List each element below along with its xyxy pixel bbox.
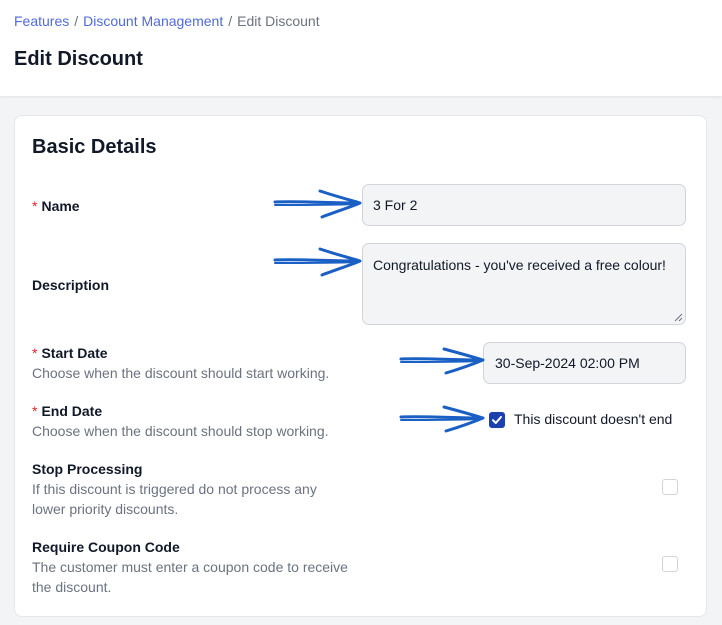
breadcrumb-separator: / <box>74 13 79 29</box>
page-header: Features / Discount Management / Edit Discou… <box>0 0 722 96</box>
require-coupon-label: Require Coupon Code <box>32 539 180 555</box>
hand-drawn-arrow-icon <box>399 347 485 375</box>
description-label: Description <box>32 277 110 293</box>
section-title: Basic Details <box>32 136 157 158</box>
breadcrumb: Features / Discount Management / Edit Discou… <box>14 13 320 29</box>
hand-drawn-arrow-icon <box>273 247 362 277</box>
start-date-label-text: Start Date <box>41 345 108 361</box>
resize-grip-icon[interactable] <box>674 313 683 322</box>
name-input[interactable]: 3 For 2 <box>362 184 686 226</box>
end-date-label-text: End Date <box>41 403 103 419</box>
required-marker: * <box>32 345 38 361</box>
stop-processing-label: Stop Processing <box>32 461 143 477</box>
require-coupon-checkbox[interactable] <box>662 556 678 572</box>
start-date-label: * Start Date <box>32 345 108 361</box>
stop-processing-checkbox[interactable] <box>662 479 678 495</box>
end-date-label: * End Date <box>32 403 102 419</box>
require-coupon-help: The customer must enter a coupon code to… <box>32 559 348 595</box>
no-end-date-checkbox-label[interactable]: This discount doesn't end <box>514 411 672 427</box>
breadcrumb-link-features[interactable]: Features <box>14 13 69 29</box>
stop-processing-help: If this discount is triggered do not pro… <box>32 481 317 517</box>
hand-drawn-arrow-icon <box>399 405 485 433</box>
description-text: Congratulations - you've received a free… <box>373 257 666 273</box>
name-label: * Name <box>32 198 80 214</box>
breadcrumb-current: Edit Discount <box>237 13 320 29</box>
breadcrumb-link-discount-management[interactable]: Discount Management <box>83 13 223 29</box>
hand-drawn-arrow-icon <box>273 189 362 219</box>
end-date-help: Choose when the discount should stop wor… <box>32 423 329 439</box>
required-marker: * <box>32 403 38 419</box>
start-date-input[interactable]: 30-Sep-2024 02:00 PM <box>483 342 686 384</box>
description-textarea[interactable]: Congratulations - you've received a free… <box>362 243 686 325</box>
checkmark-icon <box>492 416 502 424</box>
name-label-text: Name <box>41 198 80 214</box>
no-end-date-checkbox[interactable] <box>489 412 505 428</box>
required-marker: * <box>32 198 38 214</box>
page-title: Edit Discount <box>14 48 143 70</box>
start-date-help: Choose when the discount should start wo… <box>32 365 330 381</box>
breadcrumb-separator: / <box>228 13 233 29</box>
